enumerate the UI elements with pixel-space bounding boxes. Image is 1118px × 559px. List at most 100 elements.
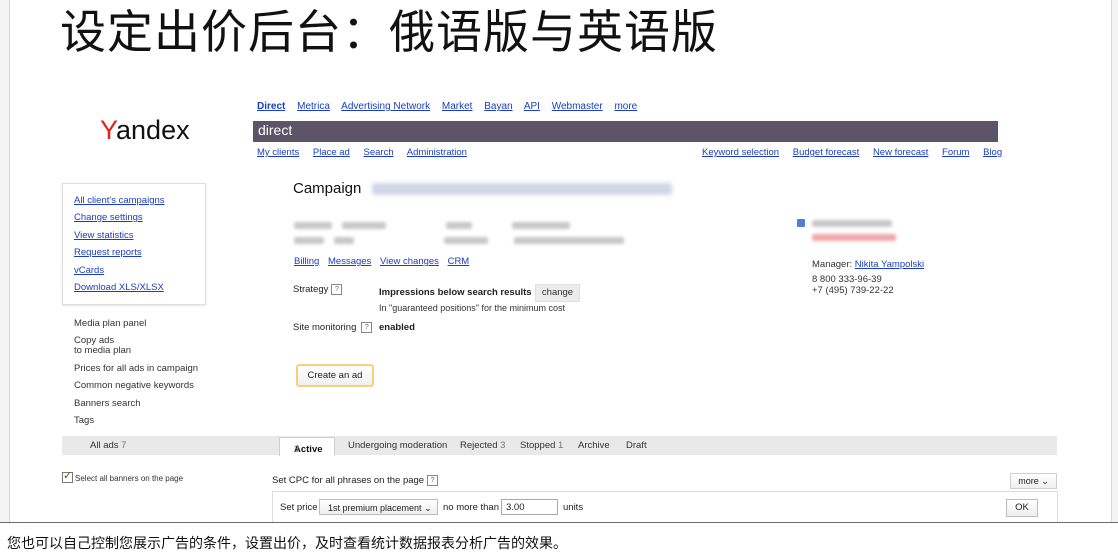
link-messages[interactable]: Messages (328, 256, 371, 267)
direct-label: direct (258, 122, 293, 138)
strategy-change-button[interactable]: change (535, 284, 580, 302)
redacted (342, 222, 386, 229)
subnav-blog[interactable]: Blog (983, 147, 1002, 158)
subnav-place-ad[interactable]: Place ad (313, 147, 350, 158)
right-edge (1111, 0, 1118, 522)
sidebar-view-statistics[interactable]: View statistics (74, 230, 133, 241)
all-ads-count: 7 (121, 440, 127, 451)
sidebar-download-xls[interactable]: Download XLS/XLSX (74, 282, 164, 293)
redacted (512, 222, 570, 229)
topnav-metrica[interactable]: Metrica (297, 101, 330, 112)
tab-rejected-count: 3 (500, 440, 506, 451)
redacted (514, 237, 624, 244)
create-ad-button[interactable]: Create an ad (296, 364, 374, 387)
site-monitoring-label: Site monitoring? (293, 322, 373, 333)
site-monitoring-value: enabled (379, 322, 415, 333)
topnav-more[interactable]: more (614, 101, 637, 112)
sidebar-banners-search[interactable]: Banners search (74, 398, 141, 409)
caption-divider (0, 522, 1118, 523)
subnav-administration[interactable]: Administration (407, 147, 467, 158)
subnav-new-forecast[interactable]: New forecast (873, 147, 928, 158)
topnav-advertising-network[interactable]: Advertising Network (341, 101, 430, 112)
yandex-logo[interactable]: Yandex (100, 112, 190, 148)
link-crm[interactable]: CRM (448, 256, 470, 267)
all-ads-tab[interactable]: All ads 7 (90, 440, 126, 451)
tab-active-count: 3 (294, 444, 300, 455)
chevron-down-icon: ⌄ (1041, 476, 1049, 486)
subnav-keyword-selection[interactable]: Keyword selection (702, 147, 779, 158)
subnav-search[interactable]: Search (364, 147, 394, 158)
sidebar-links-box: All client's campaigns Change settings V… (62, 183, 206, 305)
topnav-market[interactable]: Market (442, 101, 473, 112)
topnav-direct[interactable]: Direct (257, 101, 285, 112)
sidebar-prices-all-ads[interactable]: Prices for all ads in campaign (74, 363, 198, 374)
help-icon[interactable]: ? (361, 322, 373, 333)
redacted (294, 237, 324, 244)
set-cpc-label: Set CPC for all phrases on the page? (272, 475, 439, 487)
sidebar-request-reports[interactable]: Request reports (74, 247, 142, 258)
sidebar-media-plan-panel[interactable]: Media plan panel (74, 318, 146, 329)
topnav-webmaster[interactable]: Webmaster (552, 101, 603, 112)
tab-draft[interactable]: Draft (626, 440, 647, 451)
campaign-links: Billing Messages View changes CRM (294, 256, 475, 267)
tab-undergoing-moderation[interactable]: Undergoing moderation (348, 440, 447, 451)
resume-impressions-redacted (812, 234, 896, 241)
help-icon[interactable]: ? (427, 475, 439, 486)
tab-active[interactable]: Active 3 (279, 437, 335, 456)
stats-row-2 (294, 237, 624, 244)
sidebar-change-settings[interactable]: Change settings (74, 212, 143, 223)
sidebar-negative-keywords[interactable]: Common negative keywords (74, 380, 194, 391)
manager-name-link[interactable]: Nikita Yampolski (855, 259, 924, 270)
all-ads-label: All ads (90, 440, 119, 451)
subnav-my-clients[interactable]: My clients (257, 147, 299, 158)
more-button[interactable]: more ⌄ (1010, 473, 1057, 489)
set-cpc-text: Set CPC for all phrases on the page (272, 475, 425, 487)
strategy-value: Impressions below search results (379, 287, 532, 298)
manager-info: Manager: Nikita Yampolski 8 800 333-96-3… (812, 259, 924, 296)
slide-title: 设定出价后台：俄语版与英语版 (60, 5, 718, 59)
redacted (294, 222, 332, 229)
stats-row-1 (294, 222, 570, 229)
redacted (444, 237, 488, 244)
manager-label: Manager: (812, 259, 853, 270)
sidebar-all-campaigns[interactable]: All client's campaigns (74, 195, 165, 206)
left-edge (0, 0, 10, 522)
subnav-right: Keyword selection Budget forecast New fo… (702, 147, 1002, 158)
top-nav: Direct Metrica Advertising Network Marke… (257, 101, 646, 112)
tab-rejected-label: Rejected (460, 440, 498, 451)
slide-caption: 您也可以自己控制您展示广告的条件，设置出价，及时查看统计数据报表分析广告的效果。 (7, 536, 567, 552)
no-more-than-label: no more than (443, 502, 499, 513)
topnav-bayan[interactable]: Bayan (484, 101, 512, 112)
tab-stopped[interactable]: Stopped 1 (520, 440, 563, 451)
funds-checkbox[interactable] (797, 219, 805, 227)
manager-phone-2: +7 (495) 739-22-22 (812, 285, 894, 296)
help-icon[interactable]: ? (331, 284, 343, 295)
sidebar-copy-ads-line2[interactable]: to media plan (74, 345, 131, 356)
campaign-title-label: Campaign (293, 180, 362, 197)
logo-rest: andex (116, 115, 190, 145)
subnav-forum[interactable]: Forum (942, 147, 969, 158)
subnav-budget-forecast[interactable]: Budget forecast (793, 147, 860, 158)
strategy-label-text: Strategy (293, 284, 329, 296)
placement-select[interactable]: 1st premium placement ⌄ (319, 499, 438, 515)
slide-frame: 设定出价后台：俄语版与英语版 Direct Metrica Advertisin… (0, 0, 1118, 522)
select-all-label: Select all banners on the page (75, 474, 184, 483)
topnav-api[interactable]: API (524, 101, 540, 112)
subnav-left: My clients Place ad Search Administratio… (257, 147, 478, 158)
strategy-note: In "guaranteed positions" for the minimu… (379, 303, 565, 313)
logo-initial: Y (100, 115, 117, 145)
price-amount-input[interactable]: 3.00 (501, 499, 558, 515)
tab-stopped-label: Stopped (520, 440, 556, 451)
sidebar-vcards[interactable]: vCards (74, 265, 104, 276)
strategy-label: Strategy? (293, 284, 343, 296)
ok-button[interactable]: OK (1006, 499, 1038, 517)
placement-select-value: 1st premium placement (328, 503, 422, 513)
tab-archive[interactable]: Archive (578, 440, 610, 451)
select-all-checkbox[interactable] (62, 469, 73, 483)
tab-rejected[interactable]: Rejected 3 (460, 440, 505, 451)
redacted (446, 222, 472, 229)
campaign-title: Campaign (293, 180, 672, 197)
link-billing[interactable]: Billing (294, 256, 319, 267)
sidebar-tags[interactable]: Tags (74, 415, 94, 426)
link-view-changes[interactable]: View changes (380, 256, 439, 267)
